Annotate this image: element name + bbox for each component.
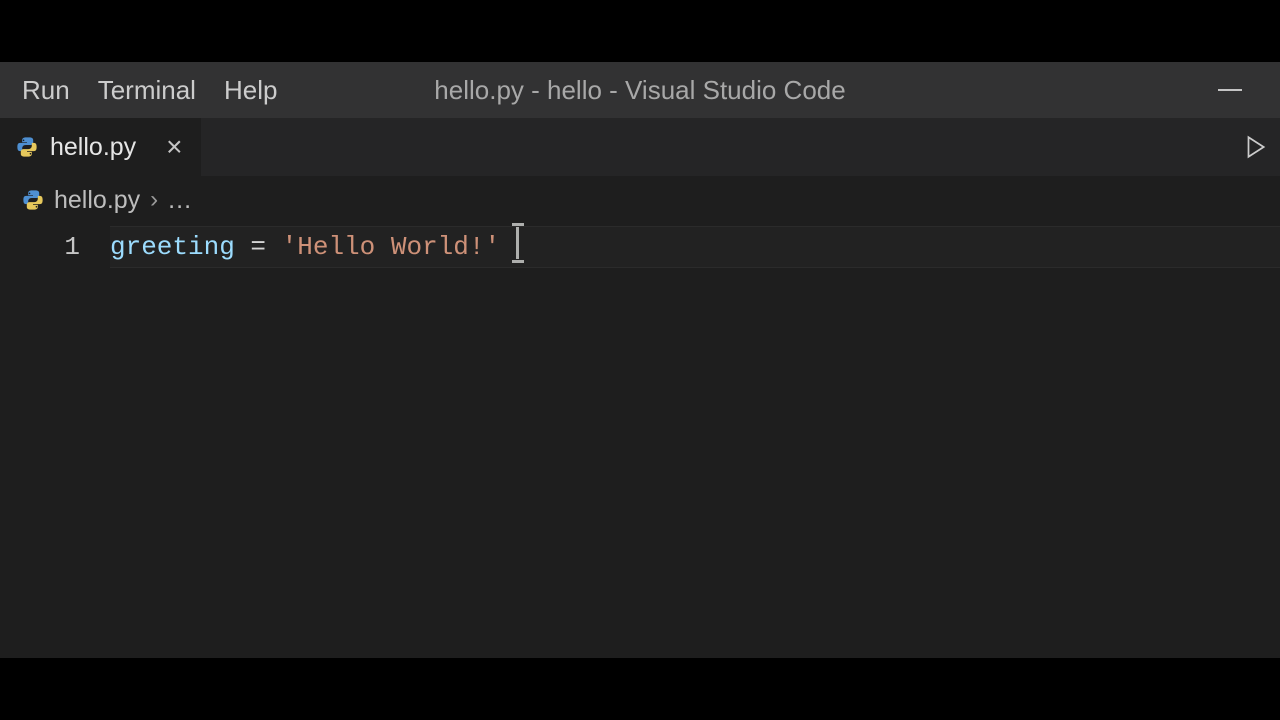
letterbox: [0, 0, 1280, 62]
letterbox: [0, 658, 1280, 720]
chevron-right-icon: ›: [150, 186, 158, 214]
title-bar: Run Terminal Help hello.py - hello - Vis…: [0, 62, 1280, 118]
breadcrumb-ellipsis[interactable]: ...: [168, 186, 192, 215]
tab-strip: hello.py ×: [0, 118, 1280, 176]
close-icon[interactable]: ×: [166, 133, 182, 161]
python-icon: [16, 136, 38, 158]
window-title: hello.py - hello - Visual Studio Code: [434, 75, 845, 106]
code-editor[interactable]: 1 greeting = 'Hello World!': [0, 224, 1280, 658]
tab-filename: hello.py: [50, 133, 136, 162]
menu-terminal[interactable]: Terminal: [98, 75, 196, 106]
text-cursor: [516, 227, 519, 259]
minimize-icon[interactable]: [1218, 89, 1242, 91]
app-window: Run Terminal Help hello.py - hello - Vis…: [0, 62, 1280, 658]
menu-bar: Run Terminal Help: [0, 62, 277, 118]
line-number: 1: [0, 226, 80, 268]
menu-run[interactable]: Run: [22, 75, 70, 106]
tab-empty-area: [201, 118, 1280, 176]
breadcrumb-filename: hello.py: [54, 186, 140, 215]
python-icon: [22, 189, 44, 211]
menu-help[interactable]: Help: [224, 75, 277, 106]
line-gutter: 1: [0, 224, 110, 658]
token-variable: greeting: [110, 232, 235, 262]
token-string: 'Hello World!': [282, 232, 500, 262]
play-icon: [1242, 134, 1268, 160]
breadcrumb[interactable]: hello.py › ...: [0, 176, 1280, 224]
token-operator: =: [235, 232, 282, 262]
run-button[interactable]: [1242, 134, 1268, 160]
window-controls: [1218, 89, 1242, 91]
code-line[interactable]: greeting = 'Hello World!': [110, 226, 1280, 268]
tab-active[interactable]: hello.py ×: [0, 118, 201, 176]
code-area[interactable]: greeting = 'Hello World!': [110, 224, 1280, 658]
